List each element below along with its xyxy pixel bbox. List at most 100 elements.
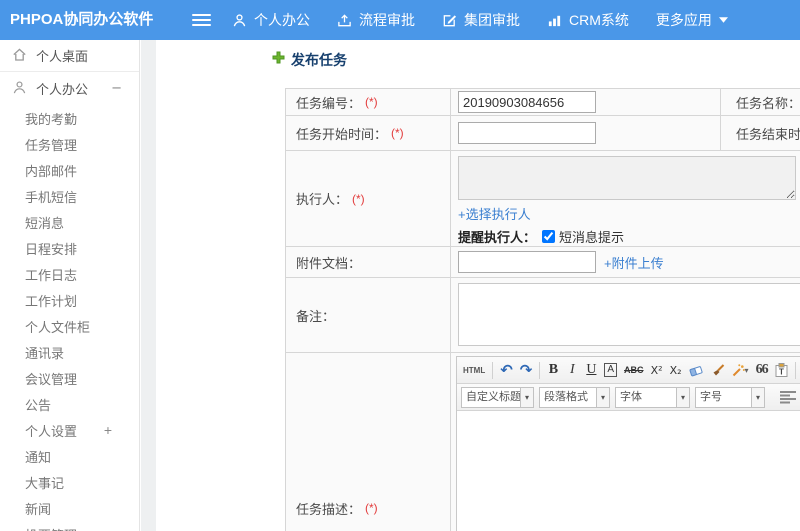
splitter-bar[interactable] bbox=[141, 40, 156, 531]
superscript-button[interactable]: X² bbox=[649, 360, 665, 380]
end-time-label: 任务结束时间：(*) bbox=[721, 116, 800, 150]
form-row-executor: 执行人： (*) +选择执行人 提醒执行人： 短消息提示 bbox=[286, 151, 800, 247]
task-no-cell bbox=[451, 89, 721, 115]
subscript-button[interactable]: X₂ bbox=[668, 360, 684, 380]
sidebar-item[interactable]: 个人文件柜 bbox=[0, 313, 139, 339]
remark-cell bbox=[451, 278, 800, 352]
nav-personal-office[interactable]: 个人办公 bbox=[232, 10, 310, 30]
dropdown-arrow-icon[interactable]: ▾ bbox=[520, 387, 533, 407]
sidebar-item[interactable]: 工作日志 bbox=[0, 261, 139, 287]
sidebar-item[interactable]: 会议管理 bbox=[0, 365, 139, 391]
paste-text-icon[interactable]: T bbox=[773, 360, 790, 380]
nav-group-approval[interactable]: 集团审批 bbox=[442, 10, 520, 30]
sidebar-item-label: 个人设置 bbox=[25, 423, 78, 439]
sidebar-item[interactable]: 短消息 bbox=[0, 209, 139, 235]
executor-label: 执行人： (*) bbox=[286, 151, 451, 246]
sidebar-item[interactable]: 新闻 bbox=[0, 495, 139, 521]
app-logo: PHPOA协同办公软件 bbox=[10, 11, 154, 28]
collapse-icon[interactable]: − bbox=[111, 81, 122, 96]
sidebar-item[interactable]: 大事记 bbox=[0, 469, 139, 495]
sidebar-item-desktop[interactable]: 个人桌面 bbox=[0, 40, 139, 72]
attachment-input[interactable] bbox=[458, 251, 596, 273]
align-left-icon[interactable] bbox=[780, 390, 796, 404]
dropdown-arrow-icon[interactable]: ▾ bbox=[596, 387, 609, 407]
start-time-input[interactable] bbox=[458, 122, 596, 144]
font-family-select[interactable]: 字体 ▾ bbox=[615, 386, 690, 408]
sidebar-item-personal-office[interactable]: 个人办公 − bbox=[0, 72, 139, 105]
task-no-input[interactable] bbox=[458, 91, 596, 113]
attachment-upload-link[interactable]: +附件上传 bbox=[604, 253, 664, 272]
remind-executor-row: 提醒执行人： 短消息提示 bbox=[458, 227, 624, 246]
main-nav: 个人办公 流程审批 集团审批 CRM系统 更多应用 bbox=[232, 0, 728, 40]
choose-executor-link[interactable]: +选择执行人 bbox=[458, 204, 531, 223]
sidebar-item[interactable]: 手机短信 bbox=[0, 183, 139, 209]
start-time-label: 任务开始时间： (*) bbox=[286, 116, 451, 150]
form-row-time: 任务开始时间：(*) 任务结束时间：(*) bbox=[286, 116, 800, 151]
blockquote-button[interactable]: 66 bbox=[754, 360, 770, 380]
auto-format-wand-icon[interactable]: ▾ bbox=[730, 360, 751, 380]
sidebar-item-label: 短消息 bbox=[25, 215, 65, 231]
required-mark: (*) bbox=[352, 191, 365, 206]
nav-label: CRM系统 bbox=[569, 12, 629, 28]
sidebar-item[interactable]: 通知 bbox=[0, 443, 139, 469]
description-label: 任务描述： (*) bbox=[286, 353, 451, 531]
toolbar-separator bbox=[539, 361, 541, 379]
font-size-select[interactable]: 字号 ▾ bbox=[695, 386, 765, 408]
strikethrough-button[interactable]: ABC bbox=[622, 360, 646, 380]
bold-button[interactable]: B bbox=[545, 360, 561, 380]
toolbar-separator bbox=[794, 361, 796, 379]
sidebar-item[interactable]: 投票管理 bbox=[0, 521, 139, 531]
heading-select[interactable]: 自定义标题 ▾ bbox=[461, 386, 534, 408]
sidebar-item-label: 日程安排 bbox=[25, 241, 78, 257]
remark-textarea[interactable] bbox=[458, 283, 800, 346]
executor-textarea[interactable] bbox=[458, 156, 796, 200]
sidebar-item[interactable]: 个人设置 + bbox=[0, 417, 139, 443]
form-row-task-no: 任务编号：(*) 任务名称：(*) bbox=[286, 89, 800, 116]
crm-chart-icon bbox=[547, 13, 562, 28]
sidebar-item[interactable]: 日程安排 bbox=[0, 235, 139, 261]
process-approval-icon bbox=[337, 13, 352, 28]
editor-content-area[interactable] bbox=[457, 411, 800, 531]
undo-button[interactable]: ↶ bbox=[498, 360, 515, 380]
format-brush-icon[interactable] bbox=[709, 360, 727, 380]
nav-crm[interactable]: CRM系统 bbox=[547, 10, 629, 30]
user-icon bbox=[12, 80, 27, 98]
sidebar-item-label: 通讯录 bbox=[25, 345, 65, 361]
dropdown-arrow-icon[interactable]: ▾ bbox=[676, 387, 689, 407]
sidebar-item[interactable]: 我的考勤 bbox=[0, 105, 139, 131]
underline-button[interactable]: U bbox=[583, 360, 599, 380]
sidebar-item-label: 我的考勤 bbox=[25, 111, 78, 127]
task-no-label: 任务编号： (*) bbox=[286, 89, 451, 115]
caret-down-icon bbox=[718, 17, 728, 23]
redo-button[interactable]: ↷ bbox=[518, 360, 535, 380]
top-header: PHPOA协同办公软件 个人办公 流程审批 集团审批 CRM系统 更多应用 bbox=[0, 0, 800, 40]
sidebar-item[interactable]: 公告 bbox=[0, 391, 139, 417]
dropdown-arrow-icon[interactable]: ▾ bbox=[751, 387, 764, 407]
sidebar-item-label: 个人文件柜 bbox=[25, 319, 91, 335]
paragraph-format-select[interactable]: 段落格式 ▾ bbox=[539, 386, 610, 408]
eraser-icon[interactable] bbox=[687, 360, 706, 380]
sidebar-item[interactable]: 工作计划 bbox=[0, 287, 139, 313]
nav-process-approval[interactable]: 流程审批 bbox=[337, 10, 415, 30]
required-mark: (*) bbox=[365, 501, 378, 515]
autotypeset-button[interactable]: A bbox=[602, 360, 619, 380]
italic-button[interactable]: I bbox=[564, 360, 580, 380]
sidebar-item[interactable]: 任务管理 bbox=[0, 131, 139, 157]
menu-toggle-icon[interactable] bbox=[192, 14, 211, 27]
sidebar-item-label: 投票管理 bbox=[25, 525, 77, 531]
nav-more-apps[interactable]: 更多应用 bbox=[656, 10, 728, 30]
user-icon bbox=[232, 13, 247, 28]
form-row-attachment: 附件文档： +附件上传 bbox=[286, 247, 800, 278]
sidebar-item-label: 工作计划 bbox=[25, 293, 78, 309]
attachment-cell: +附件上传 bbox=[451, 247, 800, 277]
publish-task-form: 任务编号：(*) 任务名称：(*) 任务开始时间：(*) 任务结束时间：(*) bbox=[285, 88, 800, 531]
page-title-text: 发布任务 bbox=[291, 52, 347, 68]
nav-label: 集团审批 bbox=[464, 12, 520, 28]
sidebar-item[interactable]: 通讯录 bbox=[0, 339, 139, 365]
expand-icon[interactable]: + bbox=[104, 422, 112, 438]
sidebar-item[interactable]: 内部邮件 bbox=[0, 157, 139, 183]
description-cell: HTML ↶ ↷ B I U A ABC X² X₂ ▾ 66 T 自定义标题 … bbox=[451, 353, 800, 531]
source-code-button[interactable]: HTML bbox=[461, 360, 487, 380]
editor-toolbar-row2: 自定义标题 ▾ 段落格式 ▾ 字体 ▾ 字号 ▾ bbox=[457, 384, 800, 411]
sms-remind-checkbox[interactable] bbox=[542, 230, 556, 243]
